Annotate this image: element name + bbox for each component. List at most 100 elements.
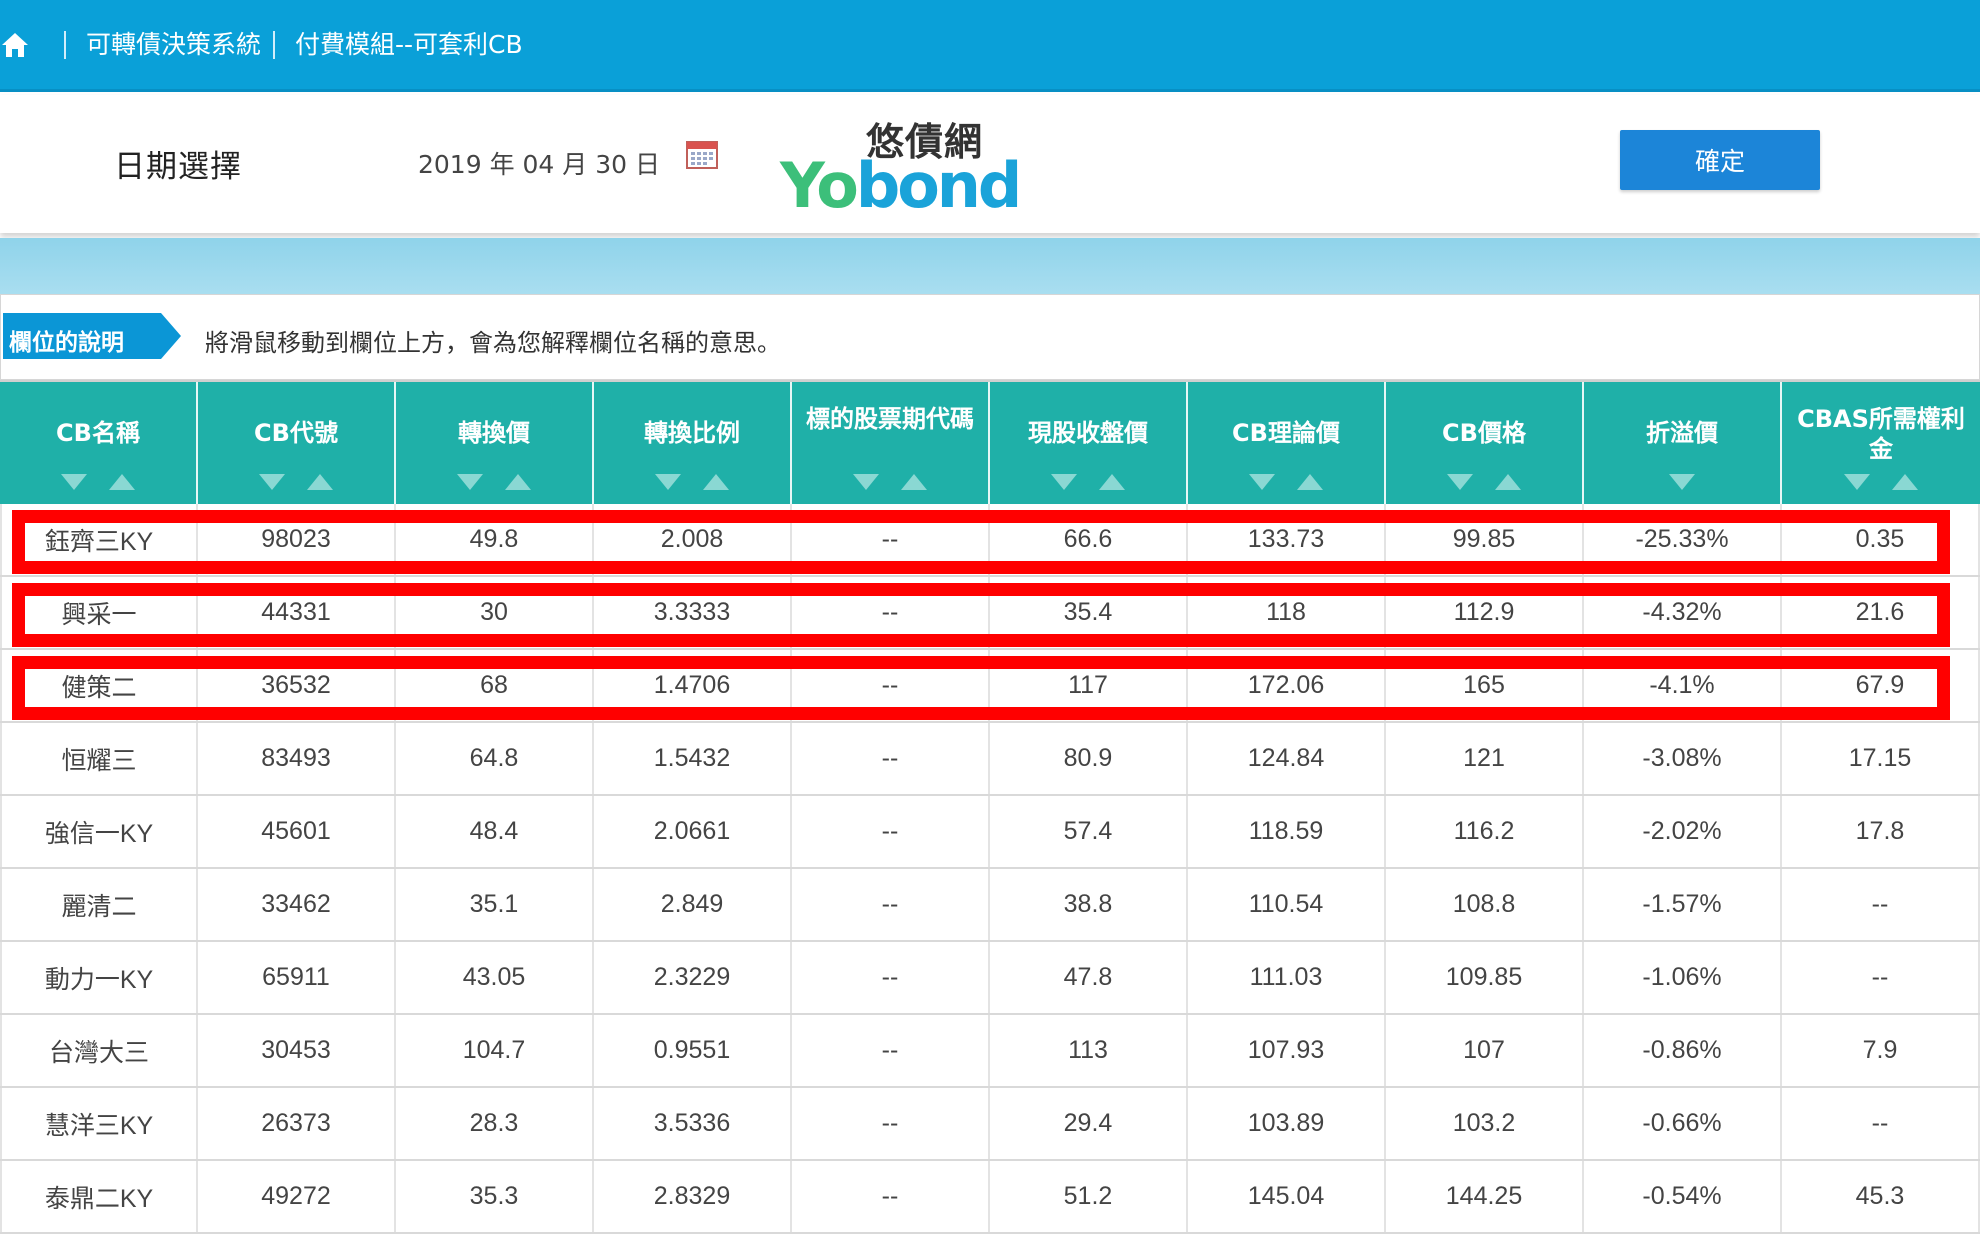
- table-cell: --: [1782, 869, 1980, 940]
- table-cell: 133.73: [1188, 504, 1386, 575]
- column-header[interactable]: 現股收盤價: [990, 382, 1188, 504]
- sort-descending-icon[interactable]: [61, 474, 87, 490]
- breadcrumb-item-cb-system[interactable]: 可轉債決策系統: [86, 32, 261, 57]
- table-cell: 113: [990, 1015, 1188, 1086]
- column-header[interactable]: CB名稱: [0, 382, 198, 504]
- table-cell: --: [792, 1088, 990, 1159]
- table-cell: 67.9: [1782, 650, 1980, 721]
- table-cell: 30453: [198, 1015, 396, 1086]
- column-header-label: CB名稱: [56, 419, 140, 447]
- table-row[interactable]: 泰鼎二KY 49272 35.3 2.8329 -- 51.2 145.04 144.25 -0…: [0, 1161, 1980, 1234]
- column-header[interactable]: CBAS所需權利金: [1782, 382, 1980, 504]
- confirm-button[interactable]: 確定: [1620, 130, 1820, 190]
- sort-ascending-icon[interactable]: [307, 474, 333, 490]
- top-nav-bar: 可轉債決策系統 付費模組--可套利CB: [0, 0, 1980, 92]
- sort-ascending-icon[interactable]: [1297, 474, 1323, 490]
- sort-descending-icon[interactable]: [853, 474, 879, 490]
- table-cell: --: [792, 796, 990, 867]
- table-cell: 3.3333: [594, 577, 792, 648]
- sort-ascending-icon[interactable]: [1099, 474, 1125, 490]
- table-row[interactable]: 恒耀三 83493 64.8 1.5432 -- 80.9 124.84 121 -3.08% 1…: [0, 723, 1980, 796]
- column-header[interactable]: 轉換價: [396, 382, 594, 504]
- table-cell: -25.33%: [1584, 504, 1782, 575]
- table-row[interactable]: 健策二 36532 68 1.4706 -- 117 172.06 165 -4.1% 67.9: [0, 650, 1980, 723]
- sort-descending-icon[interactable]: [1051, 474, 1077, 490]
- sort-controls: [396, 474, 592, 490]
- column-header[interactable]: 轉換比例: [594, 382, 792, 504]
- date-selection-panel: 日期選擇 2019 年 04 月 30 日 悠債網 Yobond 確定: [0, 95, 1980, 233]
- date-value[interactable]: 2019 年 04 月 30 日: [418, 145, 660, 181]
- table-cell: 泰鼎二KY: [0, 1161, 198, 1232]
- table-cell: 36532: [198, 650, 396, 721]
- table-cell: --: [1782, 942, 1980, 1013]
- breadcrumb-item-arbitrage-cb[interactable]: 付費模組--可套利CB: [295, 32, 523, 57]
- table-cell: 124.84: [1188, 723, 1386, 794]
- table-cell: 2.008: [594, 504, 792, 575]
- table-cell: 強信一KY: [0, 796, 198, 867]
- table-row[interactable]: 台灣大三 30453 104.7 0.9551 -- 113 107.93 107 -0.86%…: [0, 1015, 1980, 1088]
- column-header[interactable]: CB代號: [198, 382, 396, 504]
- breadcrumb-separator: [64, 30, 66, 59]
- sort-ascending-icon[interactable]: [703, 474, 729, 490]
- sort-ascending-icon[interactable]: [901, 474, 927, 490]
- table-cell: --: [1782, 1088, 1980, 1159]
- sort-descending-icon[interactable]: [1844, 474, 1870, 490]
- table-cell: -0.66%: [1584, 1088, 1782, 1159]
- table-cell: 35.3: [396, 1161, 594, 1232]
- sort-descending-icon[interactable]: [457, 474, 483, 490]
- table-cell: 2.849: [594, 869, 792, 940]
- sort-ascending-icon[interactable]: [109, 474, 135, 490]
- table-cell: -4.1%: [1584, 650, 1782, 721]
- table-cell: 109.85: [1386, 942, 1584, 1013]
- sort-descending-icon[interactable]: [1669, 474, 1695, 490]
- sort-controls: [198, 474, 394, 490]
- column-header[interactable]: 折溢價: [1584, 382, 1782, 504]
- table-row[interactable]: 慧洋三KY 26373 28.3 3.5336 -- 29.4 103.89 103.2 -0.…: [0, 1088, 1980, 1161]
- column-header[interactable]: CB價格: [1386, 382, 1584, 504]
- sort-descending-icon[interactable]: [1249, 474, 1275, 490]
- cb-table: CB名稱 CB代號 轉換價 轉換比例 標的股票期代碼 現股收盤價 CB理論價 CB價格 折溢價 C…: [0, 380, 1980, 1234]
- table-cell: 66.6: [990, 504, 1188, 575]
- table-cell: --: [792, 1015, 990, 1086]
- column-header[interactable]: CB理論價: [1188, 382, 1386, 504]
- table-row[interactable]: 強信一KY 45601 48.4 2.0661 -- 57.4 118.59 116.2 -2.…: [0, 796, 1980, 869]
- table-cell: --: [792, 1161, 990, 1232]
- home-icon[interactable]: [0, 30, 30, 60]
- table-cell: 165: [1386, 650, 1584, 721]
- table-cell: 49.8: [396, 504, 594, 575]
- table-row[interactable]: 鈺齊三KY 98023 49.8 2.008 -- 66.6 133.73 99.85 -25.…: [0, 504, 1980, 577]
- table-cell: 3.5336: [594, 1088, 792, 1159]
- sort-ascending-icon[interactable]: [1892, 474, 1918, 490]
- table-cell: 動力一KY: [0, 942, 198, 1013]
- sort-descending-icon[interactable]: [655, 474, 681, 490]
- table-row[interactable]: 麗清二 33462 35.1 2.849 -- 38.8 110.54 108.8 -1.57%…: [0, 869, 1980, 942]
- table-cell: 51.2: [990, 1161, 1188, 1232]
- table-cell: 68: [396, 650, 594, 721]
- table-cell: 33462: [198, 869, 396, 940]
- table-cell: 恒耀三: [0, 723, 198, 794]
- table-cell: 45601: [198, 796, 396, 867]
- table-cell: 2.8329: [594, 1161, 792, 1232]
- column-header[interactable]: 標的股票期代碼: [792, 382, 990, 504]
- table-cell: 47.8: [990, 942, 1188, 1013]
- column-explanation-text: 將滑鼠移動到欄位上方，會為您解釋欄位名稱的意思。: [205, 329, 781, 357]
- sort-ascending-icon[interactable]: [505, 474, 531, 490]
- table-cell: 43.05: [396, 942, 594, 1013]
- column-explanation-bar: 欄位的說明 將滑鼠移動到欄位上方，會為您解釋欄位名稱的意思。: [0, 294, 1980, 380]
- table-row[interactable]: 興采一 44331 30 3.3333 -- 35.4 118 112.9 -4.32% 21.6: [0, 577, 1980, 650]
- sort-descending-icon[interactable]: [1447, 474, 1473, 490]
- table-cell: 35.4: [990, 577, 1188, 648]
- calendar-icon[interactable]: [686, 139, 718, 169]
- date-select-label: 日期選擇: [114, 149, 242, 185]
- table-cell: 107: [1386, 1015, 1584, 1086]
- sort-controls: [990, 474, 1186, 490]
- table-cell: --: [792, 504, 990, 575]
- table-cell: 65911: [198, 942, 396, 1013]
- decorative-band: [0, 238, 1980, 294]
- sort-controls: [594, 474, 790, 490]
- sort-descending-icon[interactable]: [259, 474, 285, 490]
- sort-ascending-icon[interactable]: [1495, 474, 1521, 490]
- column-explanation-tag: 欄位的說明: [3, 313, 181, 359]
- table-row[interactable]: 動力一KY 65911 43.05 2.3229 -- 47.8 111.03 109.85-…: [0, 942, 1980, 1015]
- table-body: 鈺齊三KY 98023 49.8 2.008 -- 66.6 133.73 99.85 -25.…: [0, 504, 1980, 1234]
